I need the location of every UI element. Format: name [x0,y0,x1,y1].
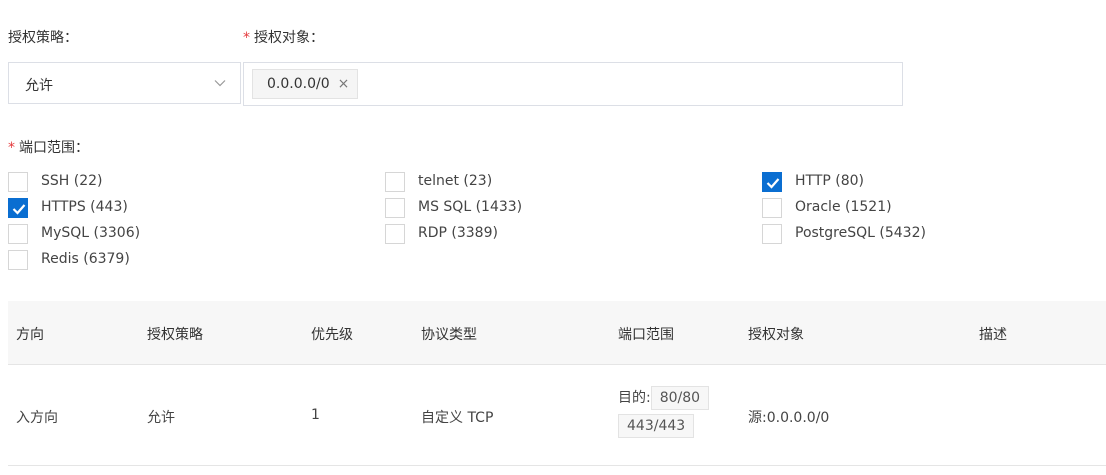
close-icon[interactable]: × [338,77,350,91]
policy-select-value: 允许 [25,78,53,94]
cell-target: 源:0.0.0.0/0 [748,410,830,426]
checkmark-icon [12,204,26,215]
policy-select[interactable]: 允许 [8,62,241,104]
column-header-target: 授权对象 [748,327,804,343]
checkbox[interactable] [8,224,28,244]
target-tag-label: 0.0.0.0/0 [267,76,330,92]
target-tag-input[interactable]: 0.0.0.0/0 × [243,62,903,106]
port-prefix: 目的: [618,390,651,406]
checkbox[interactable] [8,198,28,218]
target-tag: 0.0.0.0/0 × [252,69,359,99]
port-range-badge: 80/80 [650,386,710,410]
checkbox[interactable] [762,172,782,192]
table-header: 方向 授权策略 优先级 协议类型 端口范围 授权对象 描述 [8,301,1106,365]
cell-port-range: 目的: 80/80 443/443 [618,386,710,438]
checkbox[interactable] [8,250,28,270]
column-header-description: 描述 [979,327,1007,343]
ports-label: * 端口范围： [8,140,89,156]
policy-label: 授权策略： [8,30,78,46]
cell-priority: 1 [311,407,320,423]
table-row: 入方向 允许 1 自定义 TCP 目的: 80/80 443/443 源:0.0.… [8,365,1106,466]
required-mark: * [243,30,250,46]
cell-policy: 允许 [147,410,175,426]
required-mark: * [8,140,15,156]
target-label: * 授权对象： [243,30,324,46]
column-header-protocol: 协议类型 [421,327,477,343]
checkbox[interactable] [385,172,405,192]
column-header-ports: 端口范围 [618,327,674,343]
cell-protocol: 自定义 TCP [421,410,494,426]
column-header-priority: 优先级 [311,327,353,343]
column-header-policy: 授权策略 [147,327,203,343]
checkbox[interactable] [762,198,782,218]
chevron-down-icon [214,80,226,87]
checkmark-icon [766,178,780,189]
cell-direction: 入方向 [16,410,58,426]
checkbox[interactable] [8,172,28,192]
column-header-direction: 方向 [16,327,44,343]
port-range-badge: 443/443 [618,414,695,438]
checkbox[interactable] [762,224,782,244]
checkbox[interactable] [385,198,405,218]
checkbox[interactable] [385,224,405,244]
